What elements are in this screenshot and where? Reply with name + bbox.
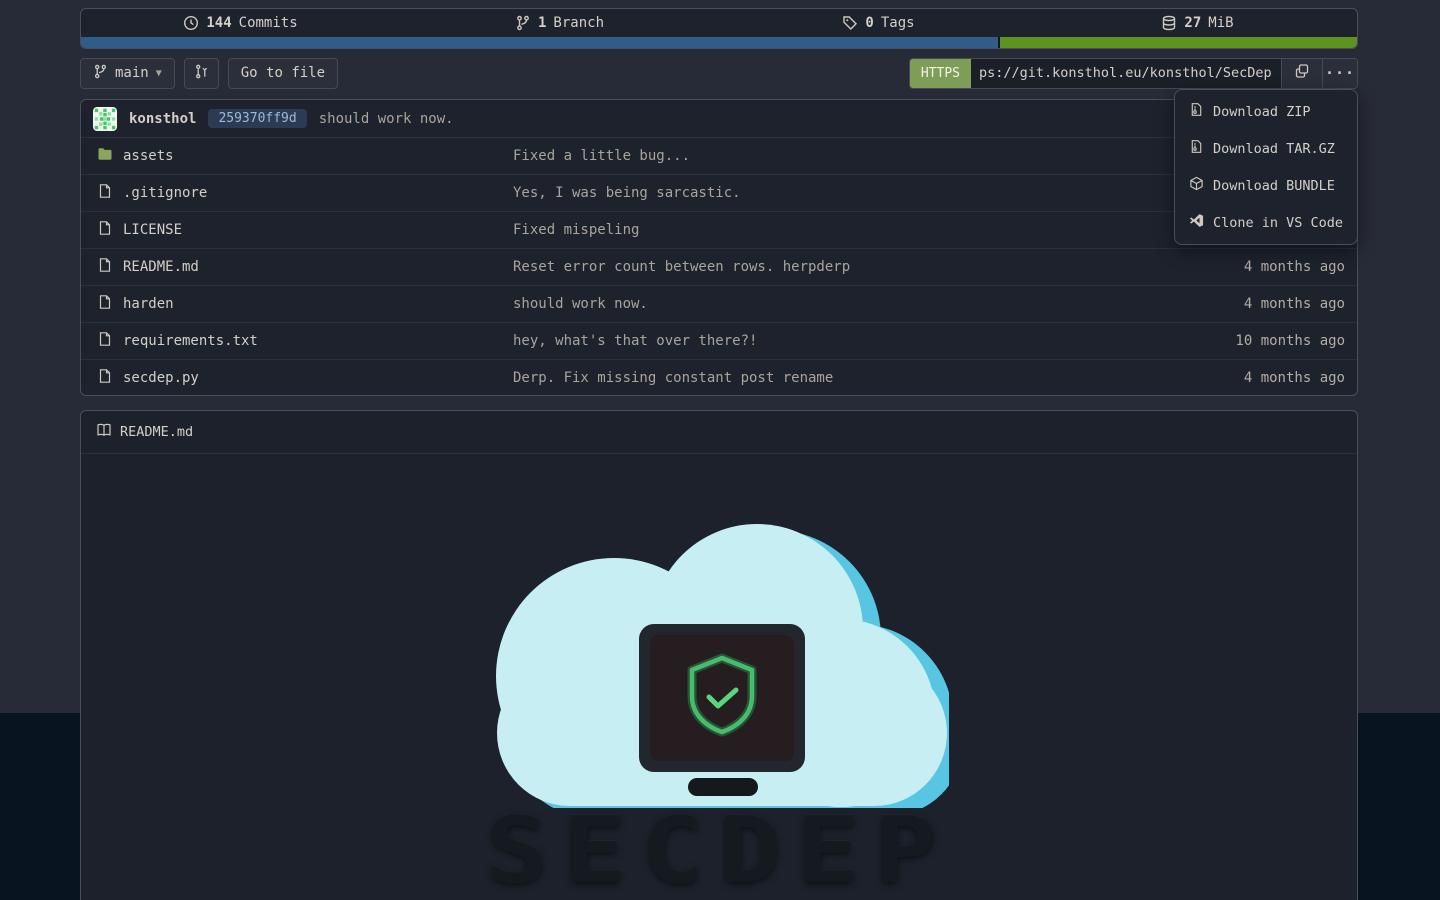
repo-size-label: MiB	[1208, 15, 1233, 31]
file-name[interactable]: requirements.txt	[123, 333, 258, 349]
commit-hash-badge[interactable]: 259370ff9d	[208, 109, 306, 128]
commits-count: 144	[206, 15, 231, 31]
tags-count: 0	[865, 15, 873, 31]
language-segment-blue	[81, 37, 998, 48]
compare-icon	[194, 64, 209, 83]
file-row-gitignore[interactable]: .gitignore Yes, I was being sarcastic.	[81, 174, 1357, 211]
go-to-file-label: Go to file	[241, 65, 325, 81]
commit-author[interactable]: konsthol	[129, 111, 196, 127]
secdep-logo-image	[489, 508, 949, 808]
file-icon	[97, 331, 113, 351]
file-row-assets[interactable]: assets Fixed a little bug...	[81, 137, 1357, 174]
file-row-harden[interactable]: harden should work now. 4 months ago	[81, 285, 1357, 322]
chevron-down-icon: ▼	[156, 68, 162, 79]
more-actions-button[interactable]: ···	[1322, 59, 1357, 88]
avatar[interactable]	[93, 107, 117, 131]
file-name[interactable]: harden	[123, 296, 174, 312]
file-row-license[interactable]: LICENSE Fixed mispeling	[81, 211, 1357, 248]
readme-content: SECDEP	[81, 454, 1357, 900]
stat-branches[interactable]: 1 Branch	[400, 15, 719, 31]
branch-icon	[93, 64, 108, 83]
repo-size-count: 27	[1184, 15, 1201, 31]
branches-label: Branch	[553, 15, 604, 31]
ellipsis-icon: ···	[1325, 64, 1355, 82]
menu-item-clone-vscode[interactable]: Clone in VS Code	[1175, 204, 1357, 241]
file-commit-message[interactable]: Fixed mispeling	[513, 222, 639, 238]
download-dropdown-menu: Download ZIP Download TAR.GZ Download BU…	[1174, 89, 1358, 245]
file-commit-time: 4 months ago	[1244, 296, 1345, 312]
file-list-card: konsthol 259370ff9d should work now. ass…	[80, 99, 1358, 396]
commit-message[interactable]: should work now.	[319, 111, 454, 127]
copy-icon	[1294, 63, 1310, 83]
vscode-icon	[1189, 213, 1204, 232]
menu-item-label: Clone in VS Code	[1213, 215, 1343, 231]
file-commit-time: 4 months ago	[1244, 370, 1345, 386]
book-icon	[96, 422, 112, 442]
menu-item-download-bundle[interactable]: Download BUNDLE	[1175, 167, 1357, 204]
database-icon	[1161, 15, 1177, 31]
menu-item-label: Download ZIP	[1213, 104, 1311, 120]
branch-selector-label: main	[115, 65, 149, 81]
monitor-graphic	[639, 624, 805, 796]
file-commit-message[interactable]: Derp. Fix missing constant post rename	[513, 370, 833, 386]
readme-card: README.md	[80, 410, 1358, 900]
menu-item-download-zip[interactable]: Download ZIP	[1175, 93, 1357, 130]
menu-item-download-targz[interactable]: Download TAR.GZ	[1175, 130, 1357, 167]
https-protocol-button[interactable]: HTTPS	[910, 59, 971, 88]
file-icon	[97, 220, 113, 240]
file-commit-time: 10 months ago	[1235, 333, 1345, 349]
copy-url-button[interactable]	[1281, 59, 1322, 88]
branches-count: 1	[538, 15, 546, 31]
file-commit-time: 4 months ago	[1244, 259, 1345, 275]
latest-commit-row: konsthol 259370ff9d should work now.	[81, 100, 1357, 137]
readme-title: README.md	[120, 424, 193, 440]
clone-url-input[interactable]	[971, 59, 1281, 88]
secdep-logo-text: SECDEP	[486, 810, 952, 893]
tag-icon	[842, 15, 858, 31]
branch-icon	[515, 15, 531, 31]
menu-item-label: Download BUNDLE	[1213, 178, 1335, 194]
branch-selector[interactable]: main ▼	[80, 58, 175, 89]
compare-branches-button[interactable]	[184, 58, 219, 89]
file-name[interactable]: LICENSE	[123, 222, 182, 238]
stat-repo-size[interactable]: 27 MiB	[1038, 15, 1357, 31]
file-icon	[97, 368, 113, 388]
clock-icon	[183, 15, 199, 31]
file-commit-message[interactable]: Yes, I was being sarcastic.	[513, 185, 741, 201]
readme-header: README.md	[81, 411, 1357, 454]
https-protocol-label: HTTPS	[921, 66, 960, 81]
folder-icon	[97, 146, 113, 166]
language-segment-green	[1000, 37, 1357, 48]
file-row-readme[interactable]: README.md Reset error count between rows…	[81, 248, 1357, 285]
file-commit-message[interactable]: should work now.	[513, 296, 648, 312]
file-name[interactable]: assets	[123, 148, 174, 164]
zip-file-icon	[1189, 102, 1204, 121]
file-icon	[97, 183, 113, 203]
tags-label: Tags	[881, 15, 915, 31]
repo-toolbar: main ▼ Go to file HTTPS ···	[80, 57, 1358, 89]
repo-stats-bar: 144 Commits 1 Branch 0 Tags 27 MiB	[80, 8, 1358, 49]
file-row-secdep[interactable]: secdep.py Derp. Fix missing constant pos…	[81, 359, 1357, 396]
file-name[interactable]: .gitignore	[123, 185, 207, 201]
file-icon	[97, 294, 113, 314]
package-icon	[1189, 176, 1204, 195]
zip-file-icon	[1189, 139, 1204, 158]
file-commit-message[interactable]: Reset error count between rows. herpderp	[513, 259, 850, 275]
commits-label: Commits	[239, 15, 298, 31]
language-bar[interactable]	[81, 37, 1357, 48]
go-to-file-button[interactable]: Go to file	[228, 58, 338, 89]
file-name[interactable]: secdep.py	[123, 370, 199, 386]
stat-tags[interactable]: 0 Tags	[719, 15, 1038, 31]
stat-commits[interactable]: 144 Commits	[81, 15, 400, 31]
file-commit-message[interactable]: hey, what's that over there?!	[513, 333, 757, 349]
file-icon	[97, 257, 113, 277]
file-commit-message[interactable]: Fixed a little bug...	[513, 148, 690, 164]
file-name[interactable]: README.md	[123, 259, 199, 275]
file-row-requirements[interactable]: requirements.txt hey, what's that over t…	[81, 322, 1357, 359]
clone-url-group: HTTPS ···	[909, 58, 1358, 89]
menu-item-label: Download TAR.GZ	[1213, 141, 1335, 157]
